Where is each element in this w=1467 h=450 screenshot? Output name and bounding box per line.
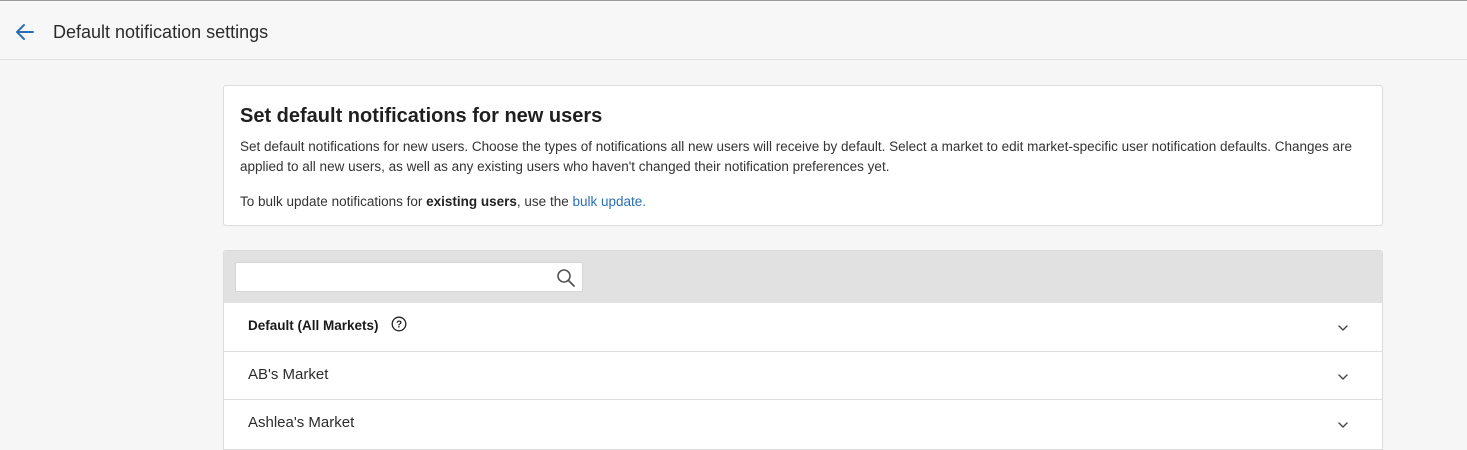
market-name: AB's Market: [248, 366, 329, 383]
bulk-update-note: To bulk update notifications for existin…: [240, 192, 1366, 212]
chevron-down-icon[interactable]: [1337, 322, 1349, 334]
market-list: Default (All Markets)? AB's Market Ashlea'…: [224, 303, 1382, 447]
markets-panel: Default (All Markets)? AB's Market Ashlea'…: [223, 250, 1383, 450]
info-heading: Set default notifications for new users: [240, 105, 603, 127]
bulk-note-prefix: To bulk update notifications for: [240, 194, 427, 209]
bulk-note-middle: , use the: [516, 194, 573, 209]
market-row[interactable]: AB's Market: [224, 351, 1382, 399]
market-name: Ashlea's Market: [248, 414, 355, 431]
arrow-left-icon: [16, 24, 34, 40]
page-title: Default notification settings: [53, 22, 269, 42]
help-icon[interactable]: ?: [391, 316, 407, 332]
market-row[interactable]: Default (All Markets)?: [224, 303, 1382, 351]
market-search-input[interactable]: [236, 263, 546, 291]
bulk-note-bold: existing users: [426, 194, 517, 209]
bulk-update-link[interactable]: bulk update.: [572, 194, 646, 209]
chevron-down-icon[interactable]: [1337, 371, 1349, 383]
chevron-down-icon[interactable]: [1337, 419, 1349, 431]
info-card: Set default notifications for new users …: [223, 85, 1383, 226]
search-icon[interactable]: [556, 268, 576, 288]
market-name: Default (All Markets): [248, 318, 379, 333]
search-bar: [224, 251, 1382, 303]
page-header: Default notification settings: [0, 0, 1467, 60]
svg-text:?: ?: [395, 320, 401, 331]
market-row[interactable]: Ashlea's Market: [224, 399, 1382, 447]
info-description: Set default notifications for new users.…: [240, 139, 1353, 174]
back-button[interactable]: [12, 20, 38, 44]
search-box: [235, 262, 583, 292]
